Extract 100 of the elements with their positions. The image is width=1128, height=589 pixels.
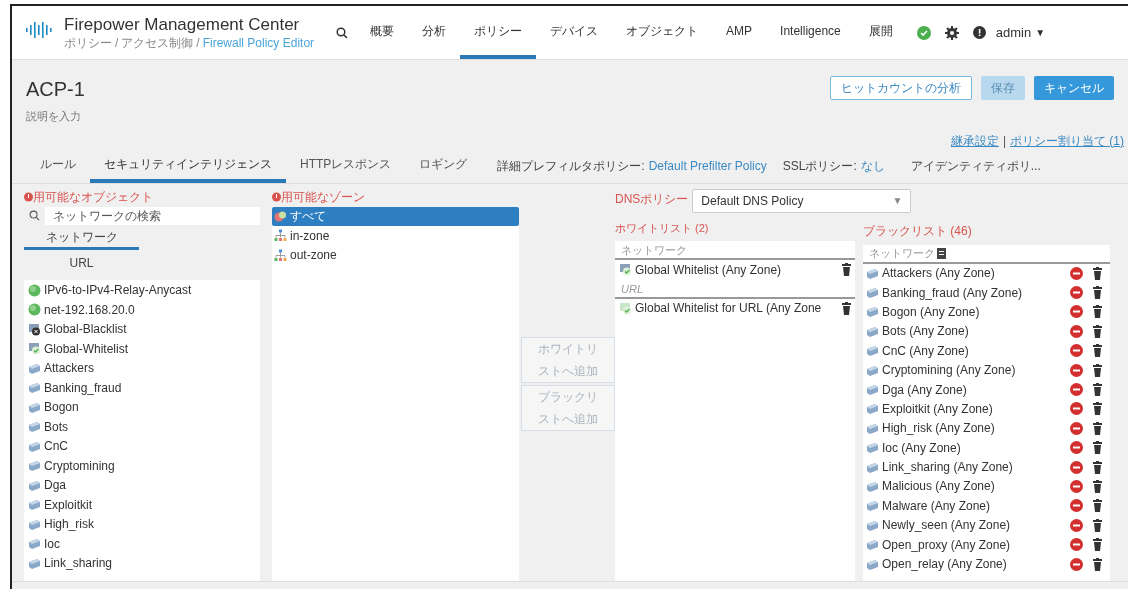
policy-tab[interactable]: HTTPレスポンス bbox=[286, 149, 406, 183]
policy-tab[interactable]: セキュリティインテリジェンス bbox=[90, 149, 286, 183]
search-field[interactable]: ネットワークの検索 bbox=[45, 206, 260, 225]
policy-tab[interactable]: ルール bbox=[26, 149, 90, 183]
remove-icon[interactable] bbox=[1070, 518, 1083, 532]
breadcrumb-item[interactable]: / bbox=[196, 35, 200, 51]
trash-icon[interactable] bbox=[1093, 402, 1102, 416]
blacklist-entry: Malicious (Any Zone) bbox=[882, 478, 996, 496]
remove-icon[interactable] bbox=[1070, 383, 1083, 397]
object-item[interactable]: High_risk bbox=[44, 515, 94, 534]
whitelist-entry: Global Whitelist for URL (Any Zone bbox=[635, 300, 823, 318]
trash-icon[interactable] bbox=[1093, 499, 1102, 513]
zone-item[interactable]: in-zone bbox=[272, 226, 519, 246]
trash-icon[interactable] bbox=[842, 263, 851, 277]
nav-tab[interactable]: 展開 bbox=[854, 6, 907, 59]
object-item[interactable]: CnC bbox=[44, 437, 68, 456]
remove-icon[interactable] bbox=[1070, 266, 1083, 280]
trash-icon[interactable] bbox=[1093, 305, 1102, 319]
list-section-header: ネットワーク bbox=[615, 241, 855, 260]
nav-tab[interactable]: オブジェクト bbox=[612, 6, 713, 59]
remove-icon[interactable] bbox=[1070, 344, 1083, 358]
zones-title: 用可能なゾーン bbox=[281, 189, 365, 206]
remove-icon[interactable] bbox=[1070, 421, 1083, 435]
overflow-tab[interactable]: アイデンティティポリ... bbox=[910, 157, 1041, 175]
trash-icon[interactable] bbox=[1093, 538, 1102, 552]
feed-icon bbox=[866, 460, 879, 474]
policy-description[interactable]: 説明を入力 bbox=[26, 108, 85, 125]
remove-icon[interactable] bbox=[1070, 305, 1083, 319]
remove-icon[interactable] bbox=[1070, 286, 1083, 300]
remove-icon[interactable] bbox=[1070, 460, 1083, 474]
object-item[interactable]: net-192.168.20.0 bbox=[44, 300, 135, 319]
trash-icon[interactable] bbox=[1093, 383, 1102, 397]
object-item[interactable]: Exploitkit bbox=[44, 495, 93, 514]
remove-icon[interactable] bbox=[1070, 557, 1083, 571]
remove-icon[interactable] bbox=[1070, 499, 1083, 513]
action-button[interactable]: ヒットカウントの分析 bbox=[830, 76, 972, 100]
trash-icon[interactable] bbox=[1093, 324, 1102, 338]
nav-tab[interactable]: デバイス bbox=[536, 6, 613, 59]
nav-tab[interactable]: AMP bbox=[712, 6, 767, 59]
dns-policy-select[interactable]: Default DNS Policy ▼ bbox=[692, 188, 912, 213]
help-icon[interactable] bbox=[972, 26, 986, 39]
remove-icon[interactable] bbox=[1070, 538, 1083, 552]
whitelist-title: ホワイトリスト (2) bbox=[615, 220, 710, 236]
trash-icon[interactable] bbox=[1093, 441, 1102, 455]
allowed-list-icon bbox=[28, 342, 41, 356]
object-item[interactable]: Banking_fraud bbox=[44, 378, 122, 397]
feed-icon bbox=[28, 439, 41, 453]
globe-icon bbox=[28, 303, 41, 317]
object-item[interactable]: Global-Blacklist bbox=[44, 320, 127, 339]
object-item[interactable]: Attackers bbox=[44, 359, 94, 378]
remove-icon[interactable] bbox=[1070, 363, 1083, 377]
trash-icon[interactable] bbox=[1093, 286, 1102, 300]
trash-icon[interactable] bbox=[1093, 480, 1102, 493]
setting-link[interactable]: なし bbox=[860, 157, 885, 175]
object-item[interactable]: Global-Whitelist bbox=[44, 339, 129, 358]
user-menu[interactable]: admin ▼ bbox=[995, 22, 1046, 43]
trash-icon[interactable] bbox=[1093, 363, 1102, 377]
clipboard-icon[interactable] bbox=[937, 247, 946, 259]
status-ok-icon[interactable] bbox=[916, 25, 931, 40]
trash-icon[interactable] bbox=[1093, 460, 1102, 474]
trash-icon[interactable] bbox=[1093, 421, 1102, 435]
nav-tab[interactable]: 概要 bbox=[356, 6, 409, 59]
assignment-link[interactable]: ポリシー割り当て (1) bbox=[1010, 131, 1124, 150]
object-item[interactable]: Dga bbox=[44, 476, 66, 495]
object-item[interactable]: Bots bbox=[44, 417, 68, 436]
blacklist-entry: High_risk (Any Zone) bbox=[882, 420, 996, 438]
blacklist-entry: Open_relay (Any Zone) bbox=[882, 556, 1008, 574]
remove-icon[interactable] bbox=[1070, 480, 1083, 493]
trash-icon[interactable] bbox=[1093, 518, 1102, 532]
remove-icon[interactable] bbox=[1070, 324, 1083, 338]
object-item[interactable]: IPv6-to-IPv4-Relay-Anycast bbox=[44, 281, 192, 300]
trash-icon[interactable] bbox=[1093, 557, 1102, 571]
blacklist-entry: Banking_fraud (Any Zone) bbox=[882, 284, 1024, 302]
breadcrumb-item[interactable]: / bbox=[115, 35, 119, 51]
object-item[interactable]: Link_sharing bbox=[44, 554, 113, 573]
feed-icon bbox=[28, 381, 41, 395]
search-icon[interactable] bbox=[336, 26, 349, 39]
list-section-header: URL bbox=[615, 279, 855, 299]
remove-icon[interactable] bbox=[1070, 402, 1083, 416]
policy-tab[interactable]: ロギング bbox=[405, 149, 482, 183]
remove-icon[interactable] bbox=[1070, 441, 1083, 455]
nav-tab[interactable]: Intelligence bbox=[766, 6, 855, 59]
object-type-tab[interactable]: URL bbox=[24, 253, 139, 276]
trash-icon[interactable] bbox=[1093, 266, 1102, 280]
object-item[interactable]: Ioc bbox=[44, 534, 60, 553]
blacklist-entry: Open_proxy (Any Zone) bbox=[882, 536, 1012, 554]
nav-tab[interactable]: ポリシー bbox=[460, 6, 537, 59]
zone-item[interactable]: out-zone bbox=[272, 245, 519, 265]
trash-icon[interactable] bbox=[842, 301, 851, 315]
settings-icon[interactable] bbox=[944, 25, 959, 40]
object-item[interactable]: Cryptomining bbox=[44, 456, 115, 475]
trash-icon[interactable] bbox=[1093, 344, 1102, 358]
search-icon bbox=[29, 210, 40, 221]
breadcrumb-item[interactable]: ポリシー bbox=[64, 35, 112, 51]
zone-item[interactable]: すべて bbox=[272, 206, 519, 226]
object-type-tab[interactable]: ネットワーク bbox=[24, 227, 139, 250]
breadcrumb-item[interactable]: アクセス制御 bbox=[121, 35, 194, 51]
object-item[interactable]: Bogon bbox=[44, 398, 79, 417]
nav-tab[interactable]: 分析 bbox=[408, 6, 461, 59]
inheritance-link[interactable]: 継承設定 bbox=[950, 131, 999, 150]
